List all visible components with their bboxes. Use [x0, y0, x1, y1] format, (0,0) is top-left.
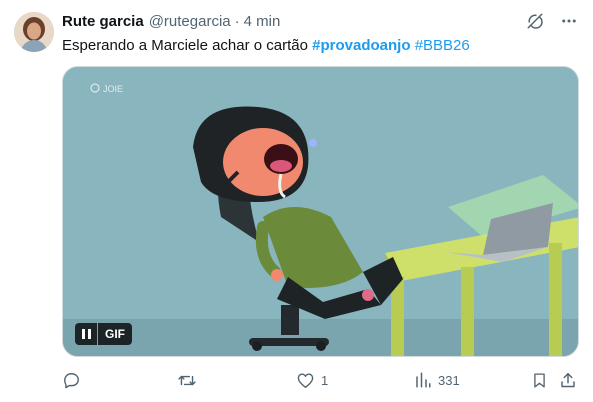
retweet-icon: [178, 375, 196, 385]
top-actions: [525, 11, 579, 31]
pause-icon[interactable]: [75, 323, 97, 345]
gif-frame: JOIE: [63, 67, 578, 356]
views-count: 331: [438, 372, 460, 388]
gif-media[interactable]: JOIE GIF: [62, 66, 579, 357]
like-count: 1: [321, 372, 329, 388]
tweet-text: Esperando a Marciele achar o cartão #pro…: [62, 36, 470, 56]
views-icon: [416, 372, 431, 388]
gif-controls: GIF: [75, 323, 132, 345]
reply-icon: [64, 372, 79, 388]
more-icon: [562, 19, 576, 23]
reply-button[interactable]: [62, 370, 87, 390]
tweet-body: Esperando a Marciele achar o cartão: [62, 37, 308, 54]
gif-badge: GIF: [98, 323, 132, 345]
tweet-header: Rute garcia @rutegarcia · 4 min: [62, 11, 280, 31]
timestamp[interactable]: 4 min: [244, 13, 281, 30]
avatar-image: [14, 12, 54, 52]
retweet-button[interactable]: [177, 370, 203, 390]
separator-dot: ·: [234, 12, 240, 30]
heart-icon: [297, 372, 314, 388]
author-handle[interactable]: @rutegarcia: [149, 13, 231, 30]
hashtag-link[interactable]: #provadoanjo: [312, 37, 410, 54]
grok-icon: [527, 13, 543, 29]
more-button[interactable]: [559, 11, 579, 31]
bookmark-icon: [534, 372, 545, 388]
share-button[interactable]: [559, 370, 577, 390]
author-name[interactable]: Rute garcia: [62, 13, 144, 30]
action-bar: 1 331: [62, 370, 579, 390]
share-icon: [561, 372, 575, 387]
watermark-text: JOIE: [103, 84, 123, 94]
tweet: Rute garcia @rutegarcia · 4 min Esperand…: [0, 0, 593, 402]
hashtag-link[interactable]: #BBB26: [415, 37, 470, 54]
grok-button[interactable]: [525, 11, 545, 31]
like-button[interactable]: 1: [296, 370, 328, 390]
avatar[interactable]: [14, 12, 54, 52]
bookmark-button[interactable]: [531, 370, 548, 390]
views-button[interactable]: 331: [414, 370, 460, 390]
